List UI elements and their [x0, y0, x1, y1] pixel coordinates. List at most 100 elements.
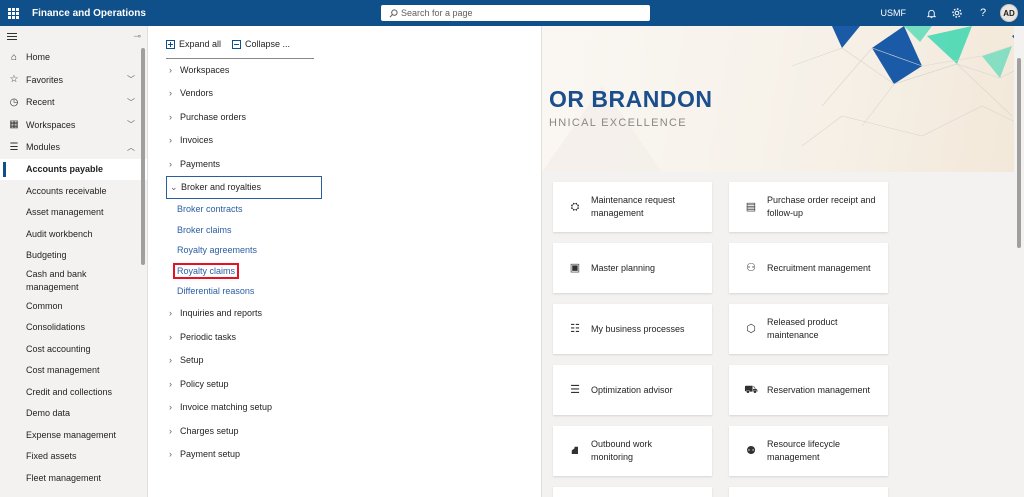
clock-icon: ◷ — [9, 96, 19, 108]
expand-icon — [166, 39, 175, 49]
module-expense-management[interactable]: Expense management — [0, 424, 147, 446]
link-broker-contracts[interactable]: Broker contracts — [166, 199, 526, 220]
chevron-down-icon: ﹀ — [127, 97, 135, 107]
chevron-down-icon: ⌄ — [170, 181, 178, 192]
module-cost-management[interactable]: Cost management — [0, 360, 147, 382]
tile-master-planning[interactable]: ▣ Master planning — [553, 243, 712, 293]
group-inquiries-and-reports[interactable]: › Inquiries and reports — [166, 302, 526, 326]
group-label: Purchase orders — [180, 111, 247, 122]
group-invoice-matching-setup[interactable]: › Invoice matching setup — [166, 396, 526, 420]
nav-item-workspaces[interactable]: ▦ Workspaces ﹀ — [0, 114, 147, 137]
app-title[interactable]: Finance and Operations — [32, 8, 146, 19]
module-fleet-management[interactable]: Fleet management — [0, 467, 147, 489]
group-label: Payments — [180, 158, 221, 169]
tile-my-business-processes[interactable]: ☷ My business processes — [553, 304, 712, 354]
module-credit-and-collections[interactable]: Credit and collections — [0, 381, 147, 403]
group-policy-setup[interactable]: › Policy setup — [166, 372, 526, 396]
bell-icon[interactable] — [918, 0, 944, 26]
tile-label: Maintenance request management — [591, 195, 676, 218]
tile-maintenance-request-management[interactable]: ⛭ Maintenance request management — [553, 182, 712, 232]
nav-item-label: Home — [26, 52, 51, 63]
module-budgeting[interactable]: Budgeting — [0, 245, 147, 267]
pin-icon[interactable]: ⊸ — [133, 31, 141, 42]
tile-partial[interactable] — [729, 487, 888, 497]
chevron-right-icon: › — [169, 88, 172, 99]
group-broker-and-royalties[interactable]: ⌄ Broker and royalties — [166, 175, 322, 199]
module-accounts-payable[interactable]: Accounts payable — [0, 158, 147, 180]
tile-label: Reservation management — [767, 384, 871, 395]
module-asset-management[interactable]: Asset management — [0, 202, 147, 224]
nav-item-recent[interactable]: ◷ Recent ﹀ — [0, 91, 147, 114]
nav-item-label: Favorites — [26, 74, 64, 85]
nav-item-modules[interactable]: ☰ Modules ︿ — [0, 136, 147, 159]
tile-reservation-management[interactable]: ⛟ Reservation management — [729, 365, 888, 415]
receipt-icon: ▤ — [745, 200, 757, 213]
hamburger-icon[interactable] — [7, 32, 17, 40]
module-consolidations[interactable]: Consolidations — [0, 317, 147, 339]
link-differential-reasons[interactable]: Differential reasons — [166, 281, 526, 302]
module-cost-accounting[interactable]: Cost accounting — [0, 338, 147, 360]
module-panel: Expand all Collapse ... › Workspaces › Ven… — [148, 26, 542, 497]
nav-scrollbar[interactable] — [141, 48, 145, 265]
module-fixed-assets[interactable]: Fixed assets — [0, 446, 147, 468]
group-setup[interactable]: › Setup — [166, 349, 526, 373]
group-label: Workspaces — [180, 64, 230, 75]
chevron-down-icon: ﹀ — [127, 75, 135, 85]
maintenance-icon: ⛭ — [570, 200, 580, 213]
collapse-button[interactable]: Collapse ... — [232, 39, 290, 49]
tile-partial[interactable] — [553, 487, 712, 497]
search-placeholder: Search for a page — [401, 8, 473, 18]
tile-outbound-work-monitoring[interactable]: ⛘ Outbound work monitoring — [553, 426, 712, 476]
expand-all-button[interactable]: Expand all — [166, 39, 221, 49]
group-payments[interactable]: › Payments — [166, 152, 526, 176]
brand-tagline: HNICAL EXCELLENCE — [549, 117, 687, 129]
module-common[interactable]: Common — [0, 295, 147, 317]
tile-released-product-maintenance[interactable]: ⬡ Released product maintenance — [729, 304, 888, 354]
nav-item-home[interactable]: ⌂ Home — [0, 46, 147, 69]
group-label: Periodic tasks — [180, 331, 237, 342]
chevron-right-icon: › — [169, 135, 172, 146]
group-payment-setup[interactable]: › Payment setup — [166, 443, 526, 467]
recruitment-icon: ⚇ — [746, 261, 756, 274]
tile-resource-lifecycle-management[interactable]: ⚉ Resource lifecycle management — [729, 426, 888, 476]
link-broker-claims[interactable]: Broker claims — [166, 220, 526, 241]
gear-icon[interactable] — [944, 0, 970, 26]
tile-purchase-order-receipt[interactable]: ▤ Purchase order receipt and follow-up — [729, 182, 888, 232]
company-picker[interactable]: USMF — [881, 8, 907, 18]
nav-item-favorites[interactable]: ☆ Favorites ﹀ — [0, 69, 147, 92]
tile-label: Released product maintenance — [767, 317, 838, 340]
group-periodic-tasks[interactable]: › Periodic tasks — [166, 325, 526, 349]
group-label: Charges setup — [180, 425, 239, 436]
app-launcher-icon[interactable] — [0, 0, 26, 26]
search-icon — [389, 8, 398, 17]
module-accounts-receivable[interactable]: Accounts receivable — [0, 180, 147, 202]
planning-icon: ▣ — [569, 261, 581, 274]
group-invoices[interactable]: › Invoices — [166, 129, 526, 153]
chevron-right-icon: › — [169, 402, 172, 413]
tile-optimization-advisor[interactable]: ☰ Optimization advisor — [553, 365, 712, 415]
chevron-down-icon: ﹀ — [127, 120, 135, 130]
group-label: Inquiries and reports — [180, 308, 263, 319]
chevron-right-icon: › — [169, 449, 172, 460]
group-workspaces[interactable]: › Workspaces — [166, 58, 526, 82]
link-royalty-agreements[interactable]: Royalty agreements — [166, 240, 526, 261]
collapse-label: Collapse ... — [245, 39, 291, 49]
group-label: Setup — [180, 355, 204, 366]
group-vendors[interactable]: › Vendors — [166, 82, 526, 106]
outbound-icon: ⛘ — [571, 444, 579, 457]
group-charges-setup[interactable]: › Charges setup — [166, 419, 526, 443]
tile-recruitment-management[interactable]: ⚇ Recruitment management — [729, 243, 888, 293]
left-navigation: ⊸ ⌂ Home ☆ Favorites ﹀ ◷ Recent ﹀ ▦ Work… — [0, 26, 148, 497]
group-purchase-orders[interactable]: › Purchase orders — [166, 105, 526, 129]
highlight-box[interactable]: Royalty claims — [173, 262, 240, 279]
chevron-right-icon: › — [169, 331, 172, 342]
module-demo-data[interactable]: Demo data — [0, 403, 147, 425]
dashboard-scrollbar[interactable] — [1014, 26, 1024, 497]
module-cash-and-bank-management[interactable]: Cash and bank management — [0, 266, 100, 295]
help-icon[interactable]: ? — [970, 0, 996, 26]
avatar[interactable]: AD — [1000, 4, 1018, 22]
module-audit-workbench[interactable]: Audit workbench — [0, 223, 147, 245]
search-input[interactable]: Search for a page — [381, 5, 650, 21]
tile-label: Outbound work monitoring — [591, 439, 653, 462]
link-royalty-claims[interactable]: Royalty claims — [166, 261, 526, 282]
